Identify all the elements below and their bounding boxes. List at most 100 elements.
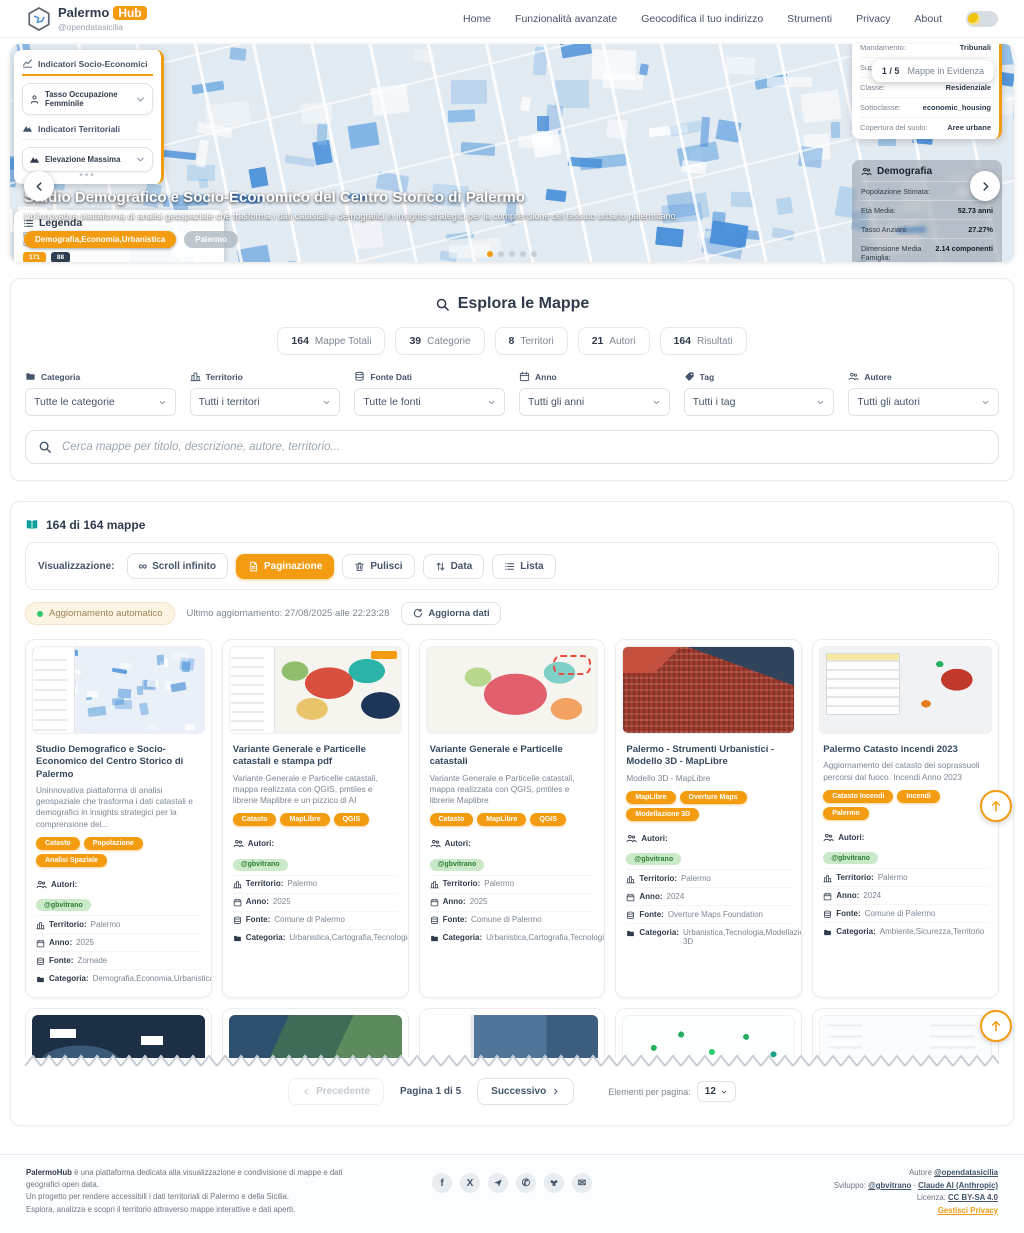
territorial-indicator-select[interactable]: Elevazione Massima (22, 147, 153, 172)
tag-pill[interactable]: Analisi Spaziale (36, 854, 107, 867)
author-pill[interactable]: @gbvitrano (36, 899, 91, 911)
filter-select-autore[interactable]: Tutti gli autori (848, 388, 999, 416)
carousel-dot-5[interactable] (531, 251, 537, 257)
tag-pill[interactable]: Overture Maps (680, 791, 747, 804)
filter-label: Categoria (25, 371, 176, 382)
carousel-next-button[interactable] (970, 171, 1000, 201)
stat-label: Autori (609, 336, 635, 347)
tag-pill[interactable]: QGIS (334, 813, 370, 826)
scroll-top-button[interactable] (980, 790, 1012, 822)
next-page-button[interactable]: Successivo (477, 1078, 574, 1105)
telegram-icon[interactable] (488, 1173, 508, 1193)
view-button-lista[interactable]: Lista (492, 554, 555, 579)
credit-link[interactable]: @gbvitrano (868, 1181, 911, 1190)
view-button-pulisci[interactable]: Pulisci (342, 554, 414, 579)
meta-value: 2024 (667, 892, 685, 901)
carousel-dot-4[interactable] (520, 251, 526, 257)
map-card-preview[interactable] (25, 1008, 212, 1058)
filter-select-territorio[interactable]: Tutti i territori (190, 388, 341, 416)
carousel-dot-3[interactable] (509, 251, 515, 257)
privacy-link[interactable]: Gestisci Privacy (938, 1206, 998, 1215)
filter-categoria: Categoria Tutte le categorie (25, 371, 176, 416)
nav-item-strumenti[interactable]: Strumenti (787, 13, 832, 25)
tag-pill[interactable]: Catasto Incendi (823, 790, 893, 803)
authors-label: Autori: (838, 833, 864, 842)
tag-pill[interactable]: Incendi (897, 790, 940, 803)
tag-pill[interactable]: Popolazione (84, 837, 143, 850)
tag-pill[interactable]: Catasto (36, 837, 80, 850)
tag-pill[interactable]: Palermo (823, 807, 869, 820)
map-card-title: Variante Generale e Particelle catastali (430, 744, 595, 769)
view-button-data[interactable]: Data (423, 554, 485, 579)
tag-pill[interactable]: MapLibre (477, 813, 526, 826)
map-card-preview[interactable] (419, 1008, 606, 1058)
tag-pill[interactable]: MapLibre (280, 813, 329, 826)
map-card[interactable]: Variante Generale e Particelle catastali… (222, 639, 409, 998)
map-card-preview[interactable] (812, 1008, 999, 1058)
map-card-thumbnail (229, 646, 402, 734)
credit-link[interactable]: @opendatasicilia (934, 1168, 998, 1177)
author-pill[interactable]: @gbvitrano (233, 859, 288, 871)
filter-tag: TagTutti i tag (684, 371, 835, 416)
carousel-dot-1[interactable] (487, 251, 493, 257)
x-icon[interactable]: X (460, 1173, 480, 1193)
credit-text: Licenza: (917, 1193, 948, 1202)
tag-pill[interactable]: MapLibre (626, 791, 675, 804)
map-card-meta: Autori:@gbvitranoTerritorio: PalermoAnno… (36, 875, 201, 988)
nav-item-funzionalit-avanzate[interactable]: Funzionalità avanzate (515, 13, 617, 25)
credit-link[interactable]: Claude AI (Anthropic) (918, 1181, 998, 1190)
filter-select-anno[interactable]: Tutti gli anni (519, 388, 670, 416)
map-card[interactable]: Studio Demografico e Socio-Economico del… (25, 639, 212, 998)
per-page-select[interactable]: 12 (697, 1081, 736, 1102)
people-icon (861, 166, 872, 177)
facebook-icon[interactable]: f (432, 1173, 452, 1193)
view-button-scroll-infinito[interactable]: ∞Scroll infinito (127, 553, 228, 579)
author-pill[interactable]: @gbvitrano (823, 852, 878, 864)
chart-icon (22, 58, 33, 69)
nav-item-geocodifica-il-tuo-indirizzo[interactable]: Geocodifica il tuo indirizzo (641, 13, 763, 25)
nav-item-home[interactable]: Home (463, 13, 491, 25)
tag-pill[interactable]: Catasto (233, 813, 277, 826)
theme-toggle[interactable] (966, 11, 998, 27)
credit-link[interactable]: CC BY-SA 4.0 (948, 1193, 998, 1202)
nav-item-privacy[interactable]: Privacy (856, 13, 890, 25)
tag-pill[interactable]: QGIS (530, 813, 566, 826)
search-input[interactable] (62, 441, 986, 453)
map-block (139, 702, 149, 715)
carousel-dot-2[interactable] (498, 251, 504, 257)
tag-pill[interactable]: Catasto (430, 813, 474, 826)
author-pill[interactable]: @gbvitrano (430, 859, 485, 871)
map-card-preview[interactable] (615, 1008, 802, 1058)
filter-select-tag[interactable]: Tutti i tag (684, 388, 835, 416)
map-card[interactable]: Variante Generale e Particelle catastali… (419, 639, 606, 998)
carousel-prev-button[interactable] (24, 171, 54, 201)
brand-handle: @opendatasicilia (58, 22, 147, 32)
bluesky-icon[interactable] (544, 1173, 564, 1193)
people-icon (848, 371, 859, 382)
meta-row-territory: Territorio: Palermo (233, 875, 398, 893)
view-button-paginazione[interactable]: Paginazione (236, 554, 334, 579)
nav-item-about[interactable]: About (915, 13, 942, 25)
refresh-data-button[interactable]: Aggiorna dati (401, 602, 500, 625)
filter-select-categoria[interactable]: Tutte le categorie (25, 388, 176, 416)
whatsapp-icon[interactable]: ✆ (516, 1173, 536, 1193)
filter-select-fonte-dati[interactable]: Tutte le fonti (354, 388, 505, 416)
authors-label: Autori: (445, 839, 471, 848)
hero-territory-tag[interactable]: Palermo (184, 231, 238, 248)
scroll-top-button[interactable] (980, 1010, 1012, 1042)
credit-line: Sviluppo: @gbvitrano - Claude AI (Anthro… (652, 1180, 998, 1192)
meta-row-category: Categoria: Demografia,Economia,Urbanisti… (36, 969, 201, 987)
tag-pill[interactable]: Modellazione 3D (626, 808, 699, 821)
map-card[interactable]: Palermo Catasto incendi 2023Aggiornament… (812, 639, 999, 998)
map-block (66, 669, 75, 674)
author-pill[interactable]: @gbvitrano (626, 853, 681, 865)
map-card-preview[interactable] (222, 1008, 409, 1058)
socio-indicator-value: Tasso Occupazione Femminile (45, 90, 130, 108)
email-icon[interactable]: ✉ (572, 1173, 592, 1193)
prev-page-button[interactable]: Precedente (288, 1078, 384, 1105)
map-card[interactable]: Palermo - Strumenti Urbanistici - Modell… (615, 639, 802, 998)
socio-indicator-select[interactable]: Tasso Occupazione Femminile (22, 83, 153, 115)
brand-logo[interactable]: Palermo Hub @opendatasicilia (26, 6, 147, 32)
hero-category-tag[interactable]: Demografia,Economia,Urbanistica (24, 231, 176, 248)
demography-value: 27.27% (968, 225, 993, 234)
